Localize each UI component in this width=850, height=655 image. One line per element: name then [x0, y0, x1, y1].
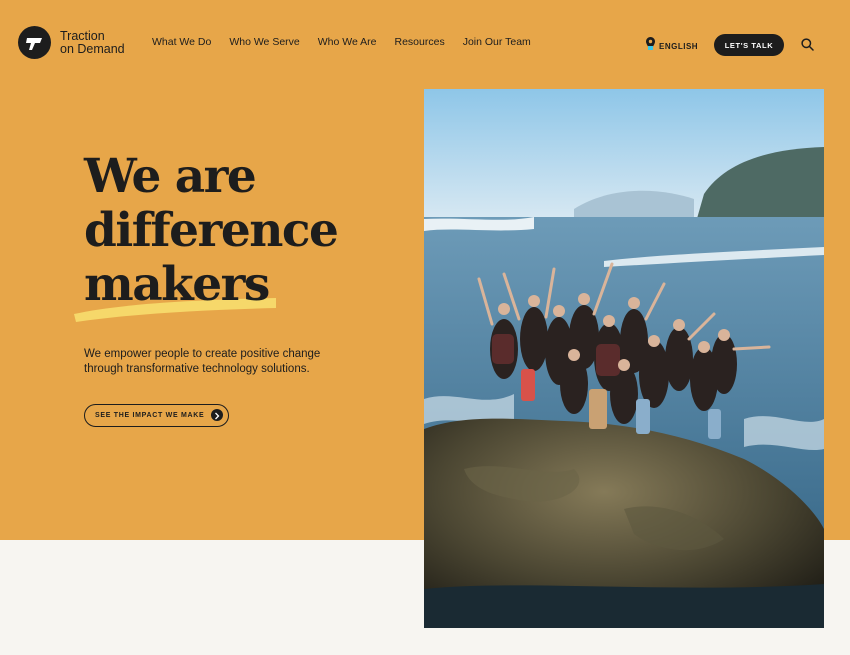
brand-logo[interactable]: Traction on Demand	[18, 26, 125, 59]
main-nav: What We Do Who We Serve Who We Are Resou…	[152, 36, 549, 48]
nav-what-we-do[interactable]: What We Do	[152, 36, 211, 48]
team-photo	[424, 89, 824, 628]
headline-line-3: makers	[84, 257, 270, 312]
language-label: ENGLISH	[659, 42, 699, 51]
headline-line-2: difference	[84, 203, 339, 258]
brand-name: Traction on Demand	[60, 28, 125, 56]
arrow-right-icon	[211, 409, 223, 421]
search-icon[interactable]	[801, 38, 814, 56]
hero-headline: We are difference makers	[84, 149, 339, 312]
location-pin-icon	[646, 37, 655, 56]
nav-join-our-team[interactable]: Join Our Team	[463, 36, 531, 48]
language-selector[interactable]: ENGLISH	[646, 37, 698, 56]
lets-talk-button[interactable]: LET'S TALK	[714, 34, 784, 56]
nav-who-we-are[interactable]: Who We Are	[318, 36, 377, 48]
headline-line-1: We are	[84, 149, 257, 204]
hero-subtext: We empower people to create positive cha…	[84, 348, 321, 375]
brand-name-line1: Traction	[60, 28, 105, 43]
nav-who-we-serve[interactable]: Who We Serve	[229, 36, 299, 48]
see-impact-button[interactable]: SEE THE IMPACT WE MAKE	[84, 404, 229, 427]
logo-mark-icon	[18, 26, 51, 59]
brand-name-line2: on Demand	[60, 41, 125, 56]
see-impact-label: SEE THE IMPACT WE MAKE	[95, 412, 205, 419]
nav-resources[interactable]: Resources	[395, 36, 445, 48]
